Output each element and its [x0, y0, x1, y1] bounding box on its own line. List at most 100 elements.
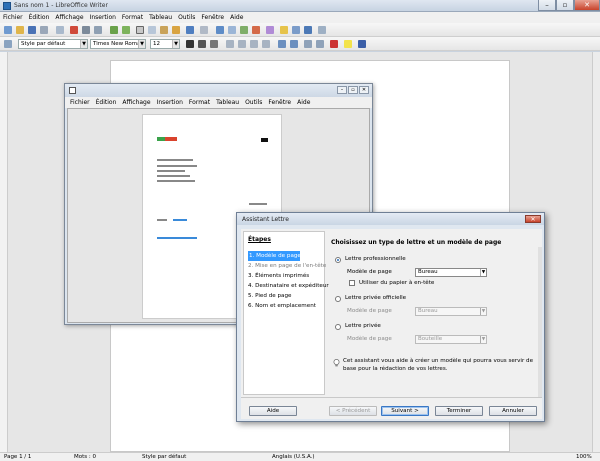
chevron-down-icon[interactable]: ▼ [480, 336, 486, 343]
preview-menu-outils[interactable]: Outils [245, 99, 262, 106]
menu-fenetre[interactable]: Fenêtre [201, 14, 224, 21]
menu-format[interactable]: Format [122, 14, 143, 21]
increase-indent-icon[interactable] [316, 40, 324, 48]
wizard-close-button[interactable]: ✕ [525, 215, 541, 223]
find-icon[interactable] [280, 26, 288, 34]
personal-letter-radio[interactable] [335, 324, 341, 330]
finish-button[interactable]: Terminer [435, 406, 483, 416]
step-name-location[interactable]: 6. Nom et emplacement [248, 301, 320, 311]
draw-functions-icon[interactable] [266, 26, 274, 34]
formal-layout-select[interactable]: Bureau ▼ [415, 307, 487, 316]
preview-menu-aide[interactable]: Aide [297, 99, 310, 106]
wizard-title: Assistant Lettre [242, 216, 289, 223]
font-name-combo[interactable]: Times New Roman ▼ [90, 39, 146, 49]
business-letter-radio[interactable] [335, 257, 341, 263]
menu-insertion[interactable]: Insertion [90, 14, 116, 21]
content-scrollbar[interactable] [538, 247, 542, 397]
menu-outils[interactable]: Outils [178, 14, 195, 21]
chevron-down-icon[interactable]: ▼ [138, 40, 145, 48]
styles-icon[interactable] [4, 40, 12, 48]
export-pdf-icon[interactable] [70, 26, 78, 34]
spellcheck-icon[interactable] [110, 26, 118, 34]
cancel-button[interactable]: Annuler [489, 406, 537, 416]
autospellcheck-icon[interactable] [122, 26, 130, 34]
personal-layout-select[interactable]: Bouteille ▼ [415, 335, 487, 344]
highlight-icon[interactable] [344, 40, 352, 48]
table-icon[interactable] [228, 26, 236, 34]
italic-icon[interactable] [198, 40, 206, 48]
bullets-icon[interactable] [290, 40, 298, 48]
new-document-icon[interactable] [4, 26, 12, 34]
copy-icon[interactable] [148, 26, 156, 34]
underline-icon[interactable] [210, 40, 218, 48]
chevron-down-icon[interactable]: ▼ [80, 40, 87, 48]
menu-tableau[interactable]: Tableau [149, 14, 172, 21]
steps-heading: Étapes [248, 236, 271, 243]
chevron-down-icon[interactable]: ▼ [480, 308, 486, 315]
formatting-marks-icon[interactable] [304, 26, 312, 34]
background-color-icon[interactable] [358, 40, 366, 48]
undo-icon[interactable] [186, 26, 194, 34]
step-page-design[interactable]: 1. Modèle de page [248, 251, 301, 261]
step-letterhead-layout[interactable]: 2. Mise en page de l'en-tête [248, 261, 326, 271]
preview-menu-edition[interactable]: Édition [96, 99, 117, 106]
preview-menu-fichier[interactable]: Fichier [70, 99, 90, 106]
align-right-icon[interactable] [250, 40, 258, 48]
justify-icon[interactable] [262, 40, 270, 48]
step-footer[interactable]: 5. Pied de page [248, 291, 320, 301]
maximize-button[interactable]: ▫ [556, 0, 574, 11]
preview-close-button[interactable]: ✕ [359, 86, 369, 94]
save-icon[interactable] [28, 26, 36, 34]
preview-menu-insertion[interactable]: Insertion [157, 99, 183, 106]
preview-minimize-button[interactable]: – [337, 86, 347, 94]
image-icon[interactable] [240, 26, 248, 34]
sender-line [157, 175, 190, 177]
print-preview-icon[interactable] [94, 26, 102, 34]
preview-menu-format[interactable]: Format [189, 99, 210, 106]
cut-icon[interactable] [136, 26, 144, 34]
back-button[interactable]: < Précédent [329, 406, 377, 416]
step-printed-items[interactable]: 3. Éléments imprimés [248, 271, 320, 281]
formal-personal-radio[interactable] [335, 296, 341, 302]
hyperlink-icon[interactable] [216, 26, 224, 34]
help-button[interactable]: Aide [249, 406, 297, 416]
preview-maximize-button[interactable]: ▫ [348, 86, 358, 94]
chevron-down-icon[interactable]: ▼ [480, 269, 486, 276]
preview-menu-affichage[interactable]: Affichage [122, 99, 150, 106]
next-button[interactable]: Suivant > [381, 406, 429, 416]
preview-menu-tableau[interactable]: Tableau [216, 99, 239, 106]
decrease-indent-icon[interactable] [304, 40, 312, 48]
font-size-combo[interactable]: 12 ▼ [150, 39, 180, 49]
letterhead-checkbox[interactable] [349, 280, 355, 286]
close-button[interactable]: ✕ [574, 0, 600, 11]
bold-icon[interactable] [186, 40, 194, 48]
menu-aide[interactable]: Aide [230, 14, 243, 21]
business-layout-select[interactable]: Bureau ▼ [415, 268, 487, 277]
print-icon[interactable] [82, 26, 90, 34]
chart-icon[interactable] [252, 26, 260, 34]
formal-layout-label: Modèle de page [347, 308, 392, 314]
paragraph-style-value: Style par défaut [21, 41, 66, 47]
font-color-icon[interactable] [330, 40, 338, 48]
paragraph-style-combo[interactable]: Style par défaut ▼ [18, 39, 88, 49]
zoom-icon[interactable] [318, 26, 326, 34]
preview-title-bar: – ▫ ✕ [65, 84, 372, 97]
menu-fichier[interactable]: Fichier [3, 14, 23, 21]
minimize-button[interactable]: – [538, 0, 556, 11]
menu-edition[interactable]: Édition [29, 14, 50, 21]
align-left-icon[interactable] [226, 40, 234, 48]
navigator-icon[interactable] [292, 26, 300, 34]
edit-file-icon[interactable] [56, 26, 64, 34]
open-folder-icon[interactable] [16, 26, 24, 34]
redo-icon[interactable] [200, 26, 208, 34]
email-icon[interactable] [40, 26, 48, 34]
clone-formatting-icon[interactable] [172, 26, 180, 34]
align-center-icon[interactable] [238, 40, 246, 48]
numbering-icon[interactable] [278, 40, 286, 48]
chevron-down-icon[interactable]: ▼ [172, 40, 179, 48]
vertical-scrollbar[interactable] [592, 52, 600, 452]
step-recipient-sender[interactable]: 4. Destinataire et expéditeur [248, 281, 329, 291]
paste-icon[interactable] [160, 26, 168, 34]
preview-menu-fenetre[interactable]: Fenêtre [268, 99, 291, 106]
menu-affichage[interactable]: Affichage [55, 14, 83, 21]
